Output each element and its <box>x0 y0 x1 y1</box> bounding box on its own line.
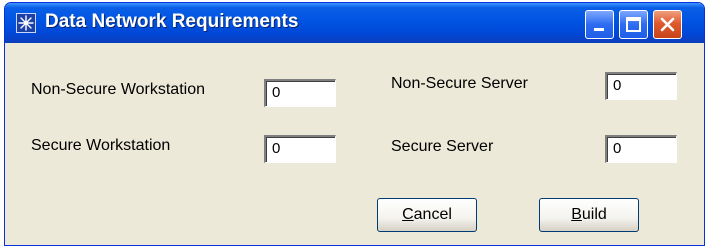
close-button[interactable] <box>653 10 682 39</box>
dialog-window: Data Network Requirements Non-Secure Wor… <box>4 2 705 246</box>
secure-workstation-input[interactable]: 0 <box>264 135 336 163</box>
non-secure-workstation-label: Non-Secure Workstation <box>31 81 205 98</box>
minimize-icon <box>594 28 604 31</box>
build-button[interactable]: Build <box>539 198 639 232</box>
non-secure-server-label: Non-Secure Server <box>391 75 528 92</box>
close-icon <box>660 17 675 32</box>
dialog-body: Non-Secure Workstation 0 Non-Secure Serv… <box>5 43 704 245</box>
maximize-icon <box>626 17 641 32</box>
secure-workstation-label: Secure Workstation <box>31 137 171 154</box>
secure-server-label: Secure Server <box>391 138 494 155</box>
minimize-button[interactable] <box>585 10 614 39</box>
non-secure-server-input[interactable]: 0 <box>605 72 677 100</box>
window-title: Data Network Requirements <box>45 11 299 32</box>
secure-server-input[interactable]: 0 <box>605 135 677 163</box>
non-secure-workstation-input[interactable]: 0 <box>264 79 336 107</box>
title-bar[interactable]: Data Network Requirements <box>5 3 704 43</box>
cancel-button[interactable]: Cancel <box>377 198 477 232</box>
star-burst-icon <box>16 13 36 33</box>
maximize-button[interactable] <box>619 10 648 39</box>
